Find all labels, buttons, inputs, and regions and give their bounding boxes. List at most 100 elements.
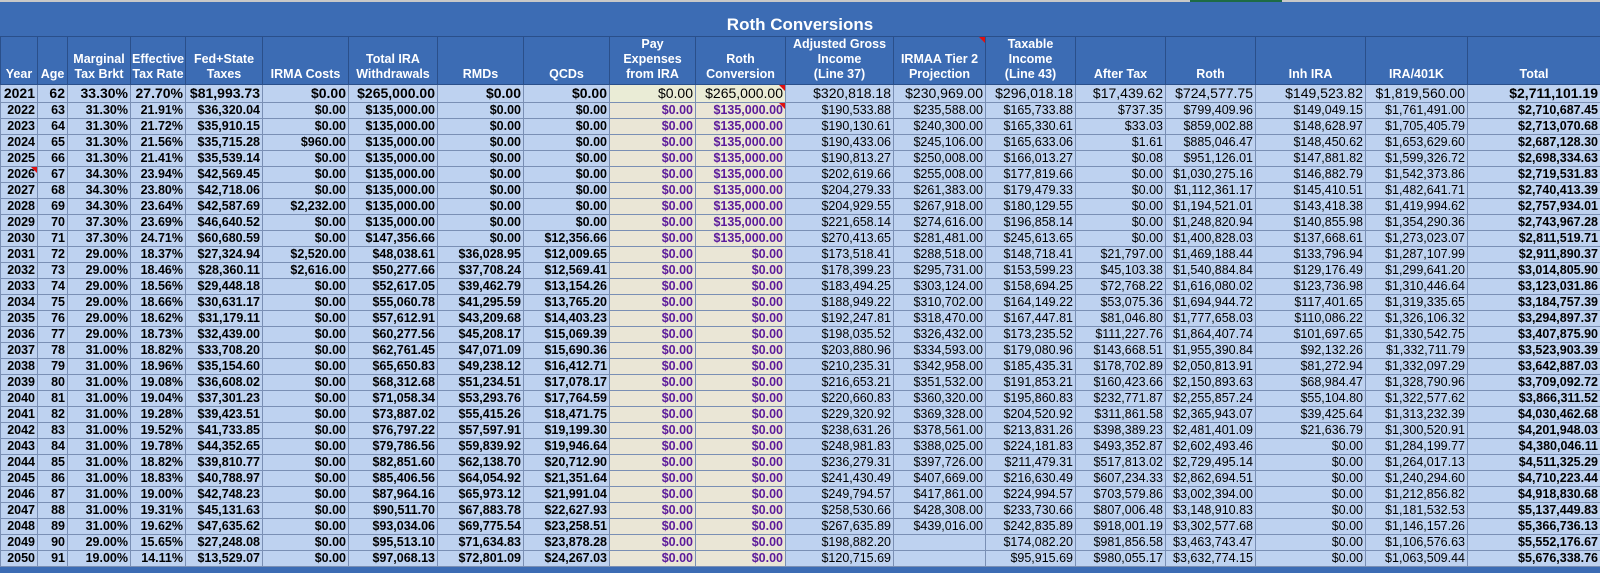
cell-fed-state-taxes[interactable]: $33,708.20: [185, 342, 263, 359]
cell-fed-state-taxes[interactable]: $39,423.51: [185, 406, 263, 423]
cell-total-ira-withdrawals[interactable]: $135,000.00: [348, 198, 438, 215]
cell-ira-401k[interactable]: $1,273,023.07: [1365, 230, 1468, 247]
cell-adjusted-gross-income-line-37[interactable]: $198,882.20: [785, 534, 894, 551]
cell-effective-tax-rate[interactable]: 19.31%: [130, 502, 186, 519]
cell-total[interactable]: $4,710,223.44: [1467, 470, 1600, 487]
cell-age[interactable]: 81: [37, 390, 68, 407]
cell-qcds[interactable]: $0.00: [523, 84, 610, 103]
cell-taxable-income-line-43[interactable]: $166,013.27: [985, 150, 1076, 167]
cell-roth[interactable]: $799,409.96: [1165, 102, 1256, 119]
cell-total[interactable]: $2,811,519.71: [1467, 230, 1600, 247]
cell-total-ira-withdrawals[interactable]: $82,851.60: [348, 454, 438, 471]
column-header-irmaa-tier-2-projection[interactable]: IRMAA Tier 2 Projection: [893, 36, 986, 85]
cell-age[interactable]: 90: [37, 534, 68, 551]
cell-roth-conversion[interactable]: $0.00: [695, 310, 786, 327]
cell-adjusted-gross-income-line-37[interactable]: $192,247.81: [785, 310, 894, 327]
cell-marginal-tax-brkt[interactable]: 31.30%: [67, 134, 131, 151]
cell-inh-ira[interactable]: $146,882.79: [1255, 166, 1366, 183]
cell-pay-expenses-from-ira[interactable]: $0.00: [609, 182, 696, 199]
cell-adjusted-gross-income-line-37[interactable]: $236,279.31: [785, 454, 894, 471]
cell-total[interactable]: $2,687,128.30: [1467, 134, 1600, 151]
cell-ira-401k[interactable]: $1,761,491.00: [1365, 102, 1468, 119]
cell-year[interactable]: 2028: [0, 198, 38, 215]
cell-marginal-tax-brkt[interactable]: 29.00%: [67, 294, 131, 311]
cell-roth[interactable]: $2,602,493.46: [1165, 438, 1256, 455]
cell-taxable-income-line-43[interactable]: $165,330.61: [985, 118, 1076, 135]
cell-inh-ira[interactable]: $0.00: [1255, 486, 1366, 503]
cell-after-tax[interactable]: $807,006.48: [1075, 502, 1166, 519]
cell-total[interactable]: $2,757,934.01: [1467, 198, 1600, 215]
cell-year[interactable]: 2048: [0, 518, 38, 535]
cell-year[interactable]: 2031: [0, 246, 38, 263]
cell-total[interactable]: $3,407,875.90: [1467, 326, 1600, 343]
cell-pay-expenses-from-ira[interactable]: $0.00: [609, 502, 696, 519]
cell-taxable-income-line-43[interactable]: $195,860.83: [985, 390, 1076, 407]
cell-irma-costs[interactable]: $0.00: [262, 102, 349, 119]
cell-irma-costs[interactable]: $0.00: [262, 438, 349, 455]
cell-fed-state-taxes[interactable]: $60,680.59: [185, 230, 263, 247]
cell-adjusted-gross-income-line-37[interactable]: $238,631.26: [785, 422, 894, 439]
cell-after-tax[interactable]: $21,797.00: [1075, 246, 1166, 263]
cell-pay-expenses-from-ira[interactable]: $0.00: [609, 310, 696, 327]
cell-roth-conversion[interactable]: $0.00: [695, 470, 786, 487]
cell-marginal-tax-brkt[interactable]: 34.30%: [67, 198, 131, 215]
cell-after-tax[interactable]: $1.61: [1075, 134, 1166, 151]
cell-year[interactable]: 2021: [0, 84, 38, 103]
cell-taxable-income-line-43[interactable]: $242,835.89: [985, 518, 1076, 535]
cell-roth[interactable]: $1,955,390.84: [1165, 342, 1256, 359]
cell-total-ira-withdrawals[interactable]: $135,000.00: [348, 166, 438, 183]
cell-age[interactable]: 80: [37, 374, 68, 391]
cell-pay-expenses-from-ira[interactable]: $0.00: [609, 486, 696, 503]
cell-roth-conversion[interactable]: $0.00: [695, 390, 786, 407]
cell-roth[interactable]: $1,400,828.03: [1165, 230, 1256, 247]
cell-year[interactable]: 2044: [0, 454, 38, 471]
cell-inh-ira[interactable]: $0.00: [1255, 438, 1366, 455]
cell-ira-401k[interactable]: $1,330,542.75: [1365, 326, 1468, 343]
cell-total-ira-withdrawals[interactable]: $265,000.00: [348, 84, 438, 103]
cell-age[interactable]: 73: [37, 262, 68, 279]
cell-effective-tax-rate[interactable]: 23.94%: [130, 166, 186, 183]
cell-rmds[interactable]: $37,708.24: [437, 262, 524, 279]
cell-after-tax[interactable]: $17,439.62: [1075, 84, 1166, 103]
cell-adjusted-gross-income-line-37[interactable]: $190,433.06: [785, 134, 894, 151]
cell-effective-tax-rate[interactable]: 19.28%: [130, 406, 186, 423]
cell-effective-tax-rate[interactable]: 19.62%: [130, 518, 186, 535]
cell-roth[interactable]: $1,540,884.84: [1165, 262, 1256, 279]
cell-roth[interactable]: $3,302,577.68: [1165, 518, 1256, 535]
cell-irmaa-tier-2-projection[interactable]: $378,561.00: [893, 422, 986, 439]
cell-inh-ira[interactable]: $145,410.51: [1255, 182, 1366, 199]
cell-inh-ira[interactable]: $143,418.38: [1255, 198, 1366, 215]
cell-irmaa-tier-2-projection[interactable]: $326,432.00: [893, 326, 986, 343]
cell-effective-tax-rate[interactable]: 19.52%: [130, 422, 186, 439]
cell-age[interactable]: 65: [37, 134, 68, 151]
cell-irma-costs[interactable]: $2,232.00: [262, 198, 349, 215]
cell-roth-conversion[interactable]: $135,000.00: [695, 150, 786, 167]
cell-pay-expenses-from-ira[interactable]: $0.00: [609, 422, 696, 439]
cell-adjusted-gross-income-line-37[interactable]: $249,794.57: [785, 486, 894, 503]
cell-taxable-income-line-43[interactable]: $224,181.83: [985, 438, 1076, 455]
cell-irmaa-tier-2-projection[interactable]: [893, 534, 986, 551]
cell-irma-costs[interactable]: $0.00: [262, 486, 349, 503]
cell-inh-ira[interactable]: $148,450.62: [1255, 134, 1366, 151]
cell-taxable-income-line-43[interactable]: $173,235.52: [985, 326, 1076, 343]
cell-year[interactable]: 2037: [0, 342, 38, 359]
cell-marginal-tax-brkt[interactable]: 31.30%: [67, 150, 131, 167]
cell-irmaa-tier-2-projection[interactable]: $388,025.00: [893, 438, 986, 455]
cell-year[interactable]: 2049: [0, 534, 38, 551]
column-header-marginal-tax-brkt[interactable]: Marginal Tax Brkt: [67, 36, 131, 85]
cell-fed-state-taxes[interactable]: $32,439.00: [185, 326, 263, 343]
cell-after-tax[interactable]: $72,768.22: [1075, 278, 1166, 295]
cell-after-tax[interactable]: $0.00: [1075, 182, 1166, 199]
cell-roth[interactable]: $951,126.01: [1165, 150, 1256, 167]
cell-roth-conversion[interactable]: $0.00: [695, 326, 786, 343]
cell-rmds[interactable]: $41,295.59: [437, 294, 524, 311]
cell-irma-costs[interactable]: $0.00: [262, 310, 349, 327]
cell-qcds[interactable]: $21,351.64: [523, 470, 610, 487]
cell-rmds[interactable]: $53,293.76: [437, 390, 524, 407]
cell-irmaa-tier-2-projection[interactable]: $351,532.00: [893, 374, 986, 391]
cell-ira-401k[interactable]: $1,332,097.29: [1365, 358, 1468, 375]
cell-inh-ira[interactable]: $0.00: [1255, 454, 1366, 471]
cell-irma-costs[interactable]: $2,616.00: [262, 262, 349, 279]
cell-inh-ira[interactable]: $110,086.22: [1255, 310, 1366, 327]
cell-total-ira-withdrawals[interactable]: $52,617.05: [348, 278, 438, 295]
